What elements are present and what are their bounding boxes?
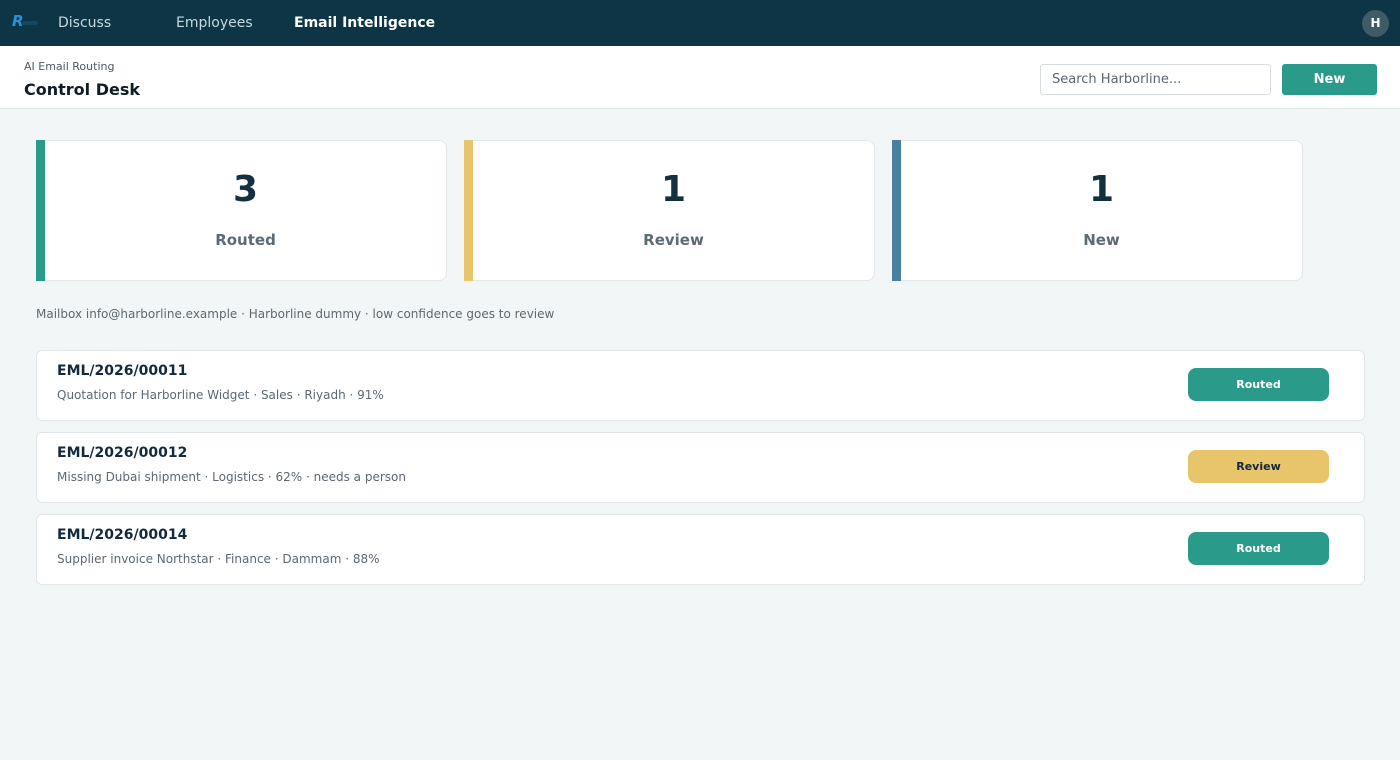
breadcrumb[interactable]: AI Email Routing	[24, 60, 114, 73]
kpi-value: 1	[1088, 169, 1115, 210]
email-reference: EML/2026/00014	[57, 527, 188, 543]
kpi-accent-bar	[36, 140, 45, 281]
email-reference: EML/2026/00012	[57, 445, 188, 461]
email-meta: Missing Dubai shipment · Logistics · 62%…	[57, 470, 406, 484]
kpi-value: 1	[660, 169, 687, 210]
kpi-card-routed[interactable]: 3 Routed	[36, 140, 447, 281]
control-panel: AI Email Routing Control Desk New	[0, 46, 1400, 109]
kpi-accent-bar	[464, 140, 473, 281]
user-avatar[interactable]: H	[1362, 10, 1389, 37]
mailbox-info-line: Mailbox info@harborline.example · Harbor…	[36, 307, 555, 321]
kpi-card-review[interactable]: 1 Review	[464, 140, 875, 281]
kpi-value: 3	[232, 169, 259, 210]
status-review-button[interactable]: Review	[1188, 450, 1329, 483]
status-routed-button[interactable]: Routed	[1188, 368, 1329, 401]
nav-employees[interactable]: Employees	[176, 0, 253, 46]
nav-email-intelligence[interactable]: Email Intelligence	[294, 0, 435, 46]
email-row[interactable]: EML/2026/00012 Missing Dubai shipment · …	[36, 432, 1365, 503]
email-reference: EML/2026/00011	[57, 363, 188, 379]
page-title: Control Desk	[24, 80, 141, 99]
kpi-label: Routed	[215, 231, 276, 249]
kpi-label: Review	[643, 231, 704, 249]
kpi-label: New	[1083, 231, 1120, 249]
search-input[interactable]	[1040, 64, 1271, 95]
top-navbar: R Discuss Employees Email Intelligence H	[0, 0, 1400, 46]
email-row[interactable]: EML/2026/00014 Supplier invoice Northsta…	[36, 514, 1365, 585]
kpi-accent-bar	[892, 140, 901, 281]
email-row[interactable]: EML/2026/00011 Quotation for Harborline …	[36, 350, 1365, 421]
nav-discuss[interactable]: Discuss	[58, 0, 111, 46]
app-logo-icon[interactable]: R	[10, 12, 40, 32]
email-meta: Supplier invoice Northstar · Finance · D…	[57, 552, 380, 566]
kpi-card-new[interactable]: 1 New	[892, 140, 1303, 281]
new-button[interactable]: New	[1282, 64, 1377, 95]
status-routed-button[interactable]: Routed	[1188, 532, 1329, 565]
email-meta: Quotation for Harborline Widget · Sales …	[57, 388, 384, 402]
